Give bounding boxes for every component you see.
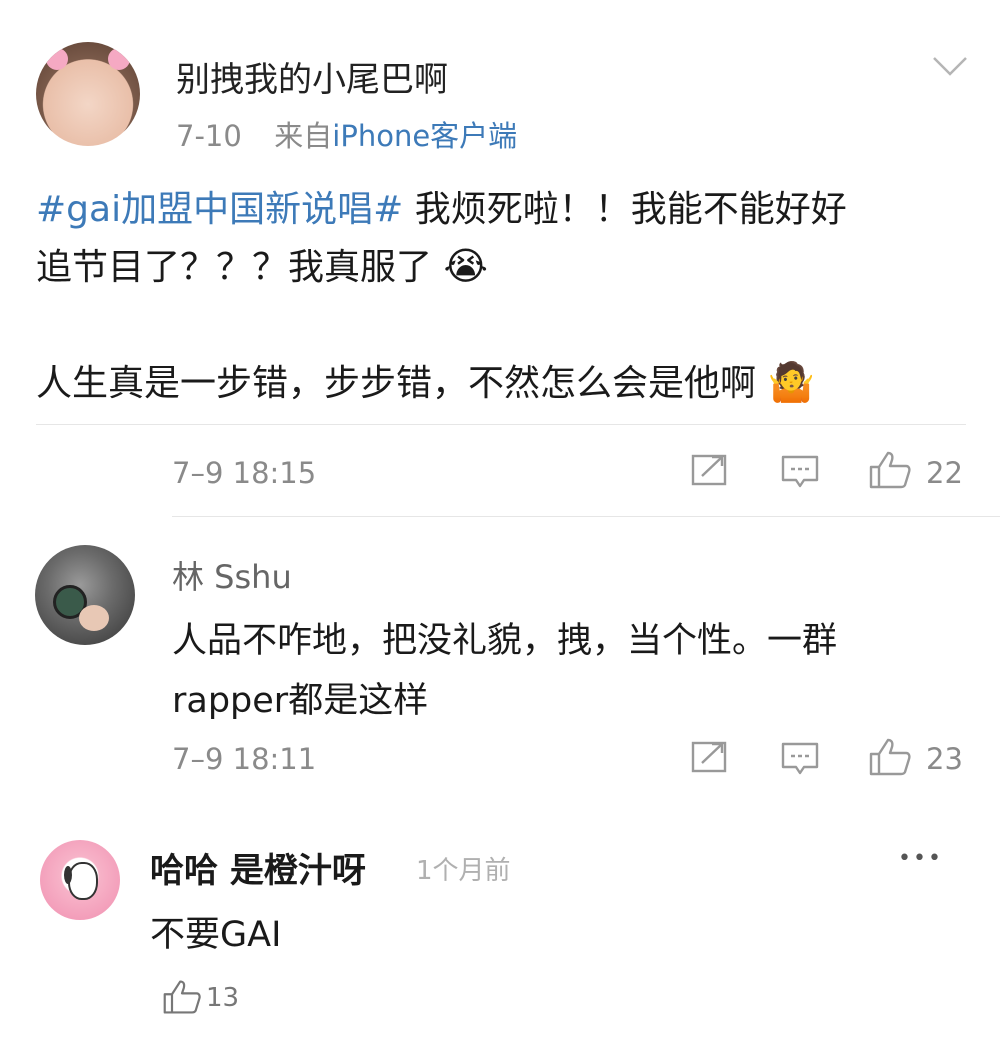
reply3-text: 不要GAI bbox=[150, 915, 282, 955]
chevron-down-icon[interactable] bbox=[932, 54, 968, 78]
post-username[interactable]: 别拽我的小尾巴啊 bbox=[176, 52, 448, 101]
like-icon[interactable] bbox=[162, 978, 202, 1016]
like-icon[interactable] bbox=[868, 450, 912, 490]
like-icon[interactable] bbox=[868, 737, 912, 777]
reply1-time: 7–9 18:15 bbox=[172, 456, 317, 490]
reply3-time-ago: 1个月前 bbox=[416, 856, 511, 886]
reply2-like-count: 23 bbox=[926, 742, 963, 776]
post-body-line3: 人生真是一步错，步步错，不然怎么会是他啊 🤷 bbox=[36, 354, 815, 406]
shrug-emoji-icon: 🤷 bbox=[767, 360, 815, 404]
reply2-time: 7–9 18:11 bbox=[172, 742, 317, 776]
share-icon[interactable] bbox=[690, 740, 728, 774]
post-text-3: 人生真是一步错，步步错，不然怎么会是他啊 bbox=[36, 363, 757, 404]
post-body-line1: #gai加盟中国新说唱# 我烦死啦！！我能不能好好 bbox=[36, 180, 847, 232]
post-source-device[interactable]: iPhone客户端 bbox=[332, 119, 517, 153]
reply1-like-count: 22 bbox=[926, 456, 963, 490]
post-text-2: 追节目了？？？我真服了 bbox=[36, 247, 433, 288]
post-user-avatar[interactable] bbox=[36, 42, 140, 146]
share-icon[interactable] bbox=[690, 453, 728, 487]
reply3-like-count: 13 bbox=[206, 983, 240, 1013]
reply2-text-line1: 人品不咋地，把没礼貌，拽，当个性。一群 bbox=[172, 621, 838, 661]
comment-icon[interactable] bbox=[780, 741, 820, 777]
post-date: 7-10 bbox=[176, 119, 242, 153]
post-text-1: 我烦死啦！！我能不能好好 bbox=[403, 189, 847, 230]
reply2-username[interactable]: 林 Sshu bbox=[172, 552, 292, 598]
divider bbox=[172, 516, 1000, 517]
divider bbox=[36, 424, 966, 425]
reply3-user-avatar[interactable] bbox=[40, 840, 120, 920]
post-meta: 7-10 来自iPhone客户端 bbox=[176, 113, 517, 155]
crying-emoji-icon: 😭 bbox=[443, 244, 488, 288]
reply3-username[interactable]: 哈哈 是橙汁呀 bbox=[150, 843, 366, 892]
reply2-text-line2: rapper都是这样 bbox=[172, 681, 429, 721]
post-body-line2: 追节目了？？？我真服了 😭 bbox=[36, 238, 488, 290]
post-source-prefix: 来自 bbox=[274, 119, 333, 153]
reply2-user-avatar[interactable] bbox=[35, 545, 135, 645]
hashtag-link[interactable]: #gai加盟中国新说唱# bbox=[36, 189, 403, 230]
more-options-icon[interactable]: ••• bbox=[898, 846, 943, 871]
comment-icon[interactable] bbox=[780, 454, 820, 490]
